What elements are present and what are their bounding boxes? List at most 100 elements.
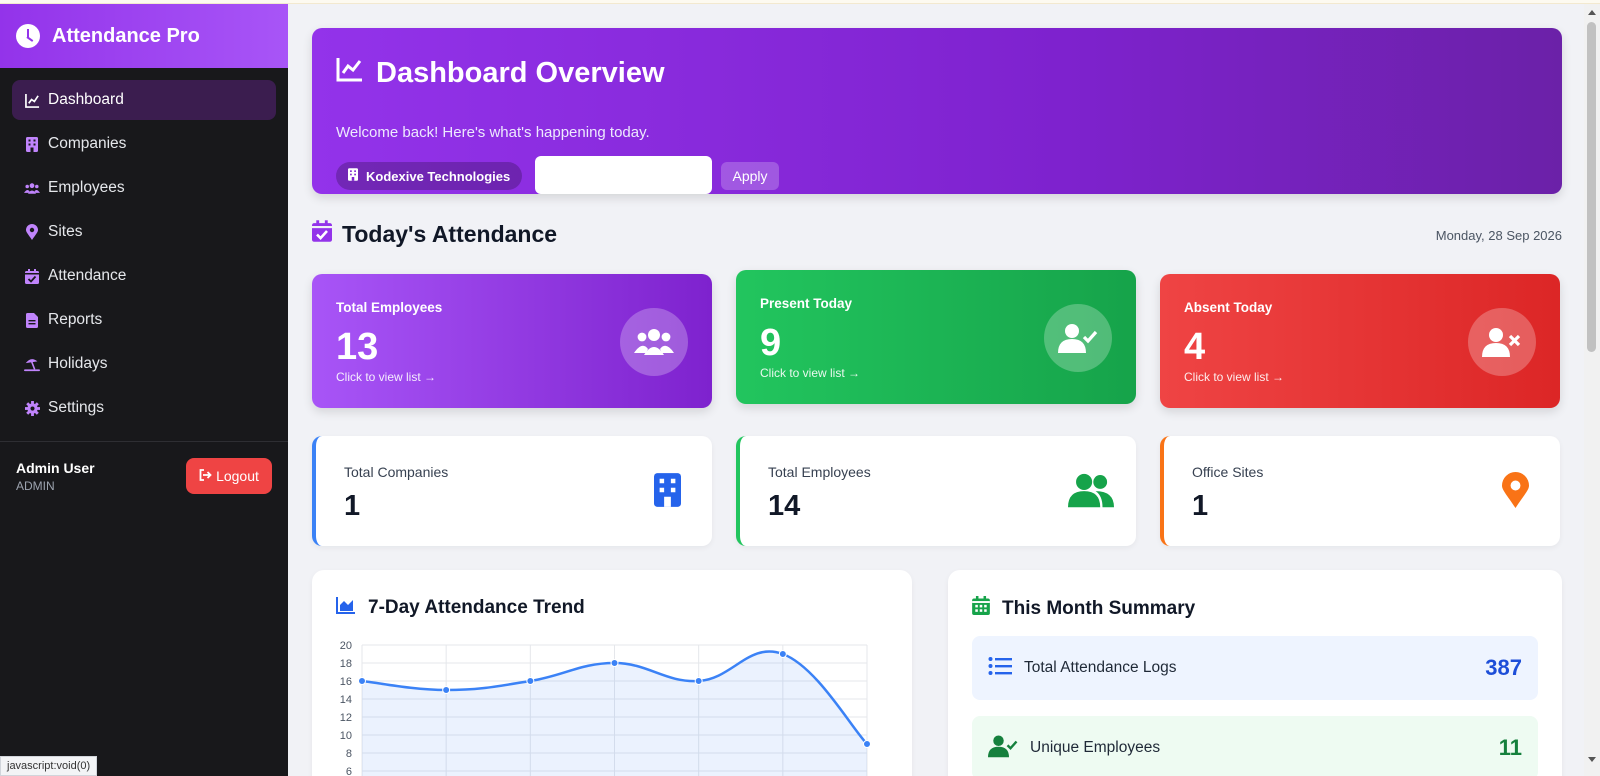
trend-chart: 6 8 10 12 14 16 18 20 (340, 640, 871, 776)
data-point (778, 650, 787, 658)
present-today-card[interactable]: Present Today 9 Click to view list → (736, 270, 1136, 404)
data-point (442, 686, 451, 694)
users-icon (1068, 470, 1114, 510)
building-icon (348, 168, 358, 184)
data-point (863, 740, 871, 748)
mini-label: Total Companies (344, 464, 449, 480)
company-name: Kodexive Technologies (366, 168, 511, 184)
sidebar-item-employees[interactable]: Employees (12, 168, 276, 208)
user-role: ADMIN (16, 479, 55, 493)
month-summary-title-text: This Month Summary (1002, 597, 1196, 619)
stat-value: 9 (760, 322, 782, 364)
trend-title-text: 7-Day Attendance Trend (368, 597, 585, 618)
stat-value: 13 (336, 326, 379, 368)
unique-employees-row[interactable]: Unique Employees 11 (972, 716, 1538, 776)
scrollbar[interactable] (1584, 4, 1600, 776)
absent-today-card[interactable]: Absent Today 4 Click to view list → (1160, 274, 1560, 408)
office-sites-card[interactable]: Office Sites 1 (1160, 436, 1560, 546)
view-list-link[interactable]: Click to view list → (336, 370, 436, 384)
sidebar-item-attendance[interactable]: Attendance (12, 256, 276, 296)
calendar-check-icon (312, 220, 332, 248)
mini-value: 14 (768, 490, 801, 522)
sidebar-item-label: Employees (48, 179, 125, 196)
view-list-link[interactable]: Click to view list → (760, 366, 860, 380)
trend-area (362, 651, 867, 776)
page-subtitle: Welcome back! Here's what's happening to… (336, 124, 650, 141)
stat-label: Total Employees (336, 300, 443, 315)
calendar-icon (972, 596, 990, 621)
mini-label: Total Employees (768, 464, 871, 480)
y-tick-label: 10 (340, 730, 352, 742)
summary-label: Unique Employees (1030, 739, 1161, 756)
dashboard-hero: Dashboard Overview Welcome back! Here's … (312, 28, 1562, 194)
view-list-link[interactable]: Click to view list → (1184, 370, 1284, 384)
users-icon (24, 180, 40, 196)
trend-panel: 7-Day Attendance Trend 6 8 10 12 14 16 18 20 (312, 570, 912, 776)
scroll-up-arrow-icon[interactable] (1588, 10, 1596, 15)
map-pin-icon (24, 224, 40, 240)
clock-icon (16, 24, 40, 48)
y-tick-label: 12 (340, 712, 352, 724)
gear-icon (24, 400, 40, 416)
month-summary-title: This Month Summary (972, 596, 1195, 621)
sidebar-item-label: Settings (48, 399, 105, 416)
sidebar-item-sites[interactable]: Sites (12, 212, 276, 252)
user-name: Admin User (16, 460, 95, 476)
sidebar-item-companies[interactable]: Companies (12, 124, 276, 164)
sidebar-nav: Dashboard Companies Employees Sites Atte… (0, 68, 288, 428)
sidebar-item-settings[interactable]: Settings (12, 388, 276, 428)
y-tick-label: 20 (340, 640, 352, 652)
scroll-down-arrow-icon[interactable] (1588, 757, 1596, 762)
y-tick-label: 16 (340, 676, 352, 688)
data-point (610, 659, 619, 667)
data-point (694, 677, 703, 685)
umbrella-beach-icon (24, 356, 40, 372)
brand[interactable]: Attendance Pro (0, 4, 288, 68)
company-badge[interactable]: Kodexive Technologies (336, 162, 523, 190)
main-content: Dashboard Overview Welcome back! Here's … (288, 4, 1584, 776)
trend-title: 7-Day Attendance Trend (336, 596, 585, 620)
scroll-thumb[interactable] (1587, 22, 1596, 352)
sidebar-item-label: Sites (48, 223, 83, 240)
data-point (358, 677, 366, 685)
month-summary-panel: This Month Summary Total Attendance Logs… (948, 570, 1562, 776)
stat-label: Present Today (760, 296, 853, 311)
sidebar-item-reports[interactable]: Reports (12, 300, 276, 340)
apply-button[interactable]: Apply (721, 162, 779, 190)
sidebar-item-label: Attendance (48, 267, 127, 284)
summary-value: 387 (1485, 655, 1522, 680)
sidebar-item-label: Reports (48, 311, 103, 328)
today-date: Monday, 28 Sep 2026 (1435, 228, 1562, 243)
map-pin-icon (1492, 470, 1538, 510)
mini-label: Office Sites (1192, 464, 1264, 480)
users-icon (620, 308, 688, 376)
total-employees-summary-card[interactable]: Total Employees 14 (736, 436, 1136, 546)
sign-out-icon (199, 468, 212, 484)
y-tick-label: 6 (346, 766, 352, 776)
mini-value: 1 (344, 490, 361, 522)
sidebar-item-label: Holidays (48, 355, 108, 372)
y-tick-label: 14 (340, 694, 352, 706)
chart-line-icon (24, 92, 40, 108)
app-name: Attendance Pro (52, 24, 200, 47)
sidebar-item-dashboard[interactable]: Dashboard (12, 80, 276, 120)
logout-button[interactable]: Logout (186, 458, 272, 494)
sidebar-divider (0, 441, 288, 442)
total-employees-card[interactable]: Total Employees 13 Click to view list → (312, 274, 712, 408)
y-tick-label: 18 (340, 658, 352, 670)
sidebar: Attendance Pro Dashboard Companies Emplo… (0, 4, 288, 776)
calendar-check-icon (24, 268, 40, 284)
date-input[interactable] (535, 156, 712, 194)
section-title-text: Today's Attendance (342, 220, 558, 247)
user-check-icon (988, 734, 1018, 763)
stat-label: Absent Today (1184, 300, 1273, 315)
user-check-icon (1044, 304, 1112, 372)
sidebar-item-holidays[interactable]: Holidays (12, 344, 276, 384)
total-companies-card[interactable]: Total Companies 1 (312, 436, 712, 546)
section-title-today: Today's Attendance (312, 220, 557, 248)
chart-line-icon (336, 56, 364, 90)
y-tick-label: 8 (346, 748, 352, 760)
mini-value: 1 (1192, 490, 1209, 522)
summary-label: Total Attendance Logs (1024, 659, 1177, 676)
total-attendance-logs-row[interactable]: Total Attendance Logs 387 (972, 636, 1538, 700)
